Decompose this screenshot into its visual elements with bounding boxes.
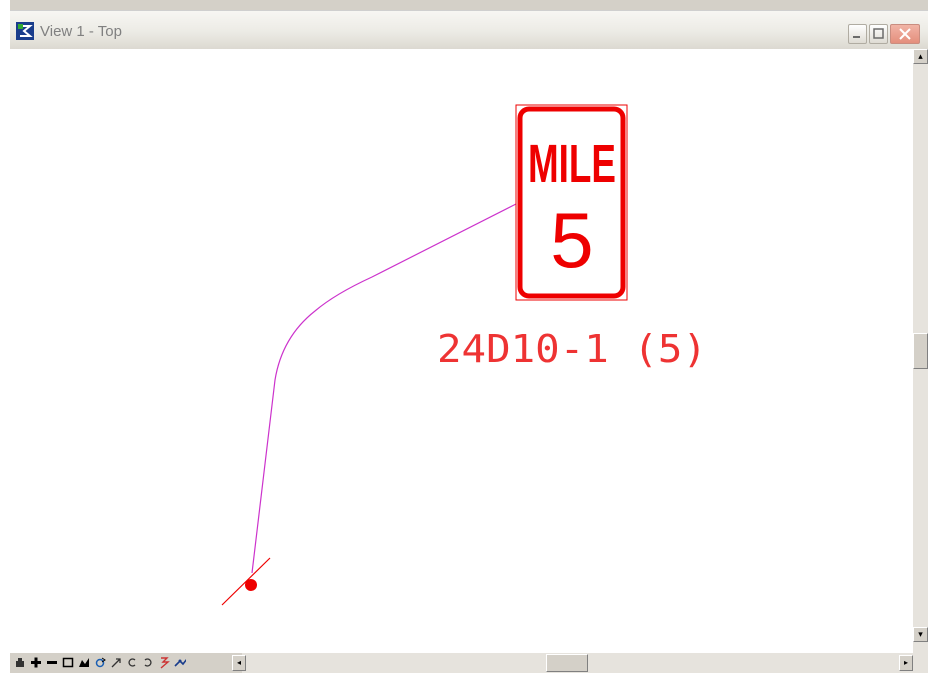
scroll-down-icon: ▾	[918, 629, 923, 639]
sign-text-number: 5	[550, 196, 593, 284]
zoom-out-icon[interactable]	[46, 656, 58, 669]
title-bar[interactable]: View 1 - Top	[10, 10, 928, 49]
horizontal-scroll-thumb[interactable]	[546, 654, 588, 672]
maximize-icon	[873, 28, 884, 39]
vertical-scroll-thumb[interactable]	[913, 333, 928, 369]
microstation-app-icon	[16, 22, 34, 40]
zoom-in-icon[interactable]	[30, 656, 42, 669]
maximize-button[interactable]	[869, 24, 888, 44]
scroll-right-button[interactable]: ▸	[899, 655, 913, 671]
scroll-down-button[interactable]: ▾	[913, 627, 928, 642]
placement-tick	[221, 557, 271, 606]
rotate-view-icon[interactable]	[94, 656, 106, 669]
scroll-up-icon: ▴	[918, 51, 923, 61]
window-left-frame	[0, 0, 10, 673]
fit-view-icon[interactable]	[78, 656, 90, 669]
scroll-left-button[interactable]: ◂	[232, 655, 246, 671]
leader-line	[251, 203, 517, 574]
view-window: View 1 - Top MILE 5 24D10-1 (5) ▴ ▾ ◂ ▸	[0, 0, 928, 673]
minimize-button[interactable]	[848, 24, 867, 44]
view-settings-icon[interactable]	[174, 656, 186, 669]
view-next-icon[interactable]	[142, 656, 154, 669]
copy-view-icon[interactable]	[158, 656, 170, 669]
view-tools	[10, 653, 242, 673]
update-view-icon[interactable]	[14, 656, 26, 669]
minimize-icon	[853, 36, 860, 38]
scroll-left-icon: ◂	[236, 658, 241, 667]
mile-marker-sign[interactable]: MILE 5	[515, 104, 628, 301]
window-area-icon[interactable]	[62, 656, 74, 669]
sign-code-label[interactable]: 24D10-1 (5)	[437, 327, 707, 371]
pan-view-icon[interactable]	[110, 656, 122, 669]
view-control-bar: ◂ ▸	[10, 653, 928, 673]
close-button[interactable]	[890, 24, 920, 44]
window-title: View 1 - Top	[40, 23, 122, 40]
scroll-up-button[interactable]: ▴	[913, 49, 928, 64]
drawing-canvas[interactable]: MILE 5 24D10-1 (5)	[10, 49, 913, 653]
scroll-right-icon: ▸	[903, 658, 908, 667]
close-icon	[899, 28, 911, 40]
sign-text-mile: MILE	[528, 134, 616, 194]
view-previous-icon[interactable]	[126, 656, 138, 669]
placement-point	[245, 579, 257, 591]
vertical-scrollbar[interactable]: ▴ ▾	[913, 49, 928, 653]
